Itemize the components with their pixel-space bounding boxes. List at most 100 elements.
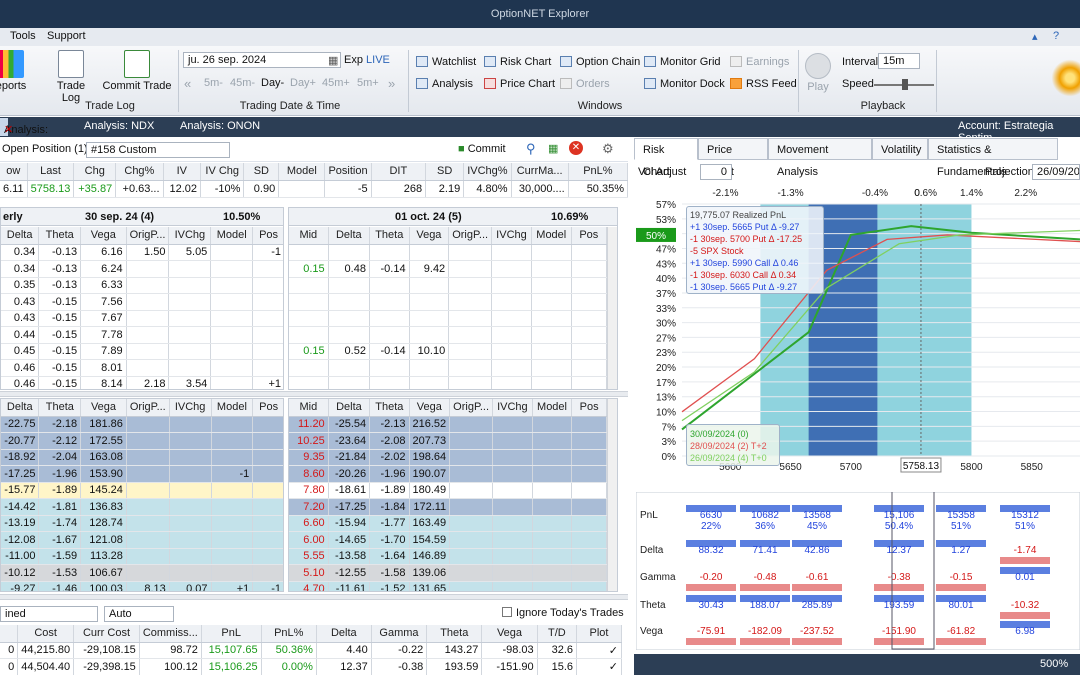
column-header[interactable]: Pos xyxy=(571,227,608,245)
tab-analysis-onon[interactable]: Analysis: ONON xyxy=(180,120,260,132)
table-row[interactable]: 8.60 -20.26 -1.96 190.07 xyxy=(289,465,607,483)
table-row[interactable]: 0.15 0.48 -0.14 9.42 xyxy=(289,260,608,278)
table-row[interactable]: 7.80 -18.61 -1.89 180.49 xyxy=(289,482,607,499)
column-header[interactable]: Model xyxy=(532,399,573,417)
column-header[interactable]: Delta xyxy=(328,399,371,417)
commit-trade-button[interactable]: Commit Trade xyxy=(102,50,172,92)
chart-tab[interactable]: Price Chart xyxy=(698,138,768,178)
column-header[interactable]: OrigP... xyxy=(126,399,170,417)
step-45m-fwd[interactable]: 45m+ xyxy=(322,77,350,89)
column-header[interactable]: IVChg xyxy=(169,399,212,417)
table-row[interactable]: -17.25 -1.96 153.90 -1 xyxy=(1,465,283,483)
table-row[interactable] xyxy=(289,359,608,377)
close-icon[interactable]: ✕ xyxy=(4,121,13,139)
column-header[interactable]: Commiss... xyxy=(139,625,202,643)
column-header[interactable]: Theta xyxy=(369,227,410,245)
column-header[interactable]: Plot xyxy=(576,625,622,643)
table-row[interactable]: 6.60 -15.94 -1.77 163.49 xyxy=(289,515,607,532)
column-header[interactable]: Pos xyxy=(252,227,283,245)
table-row[interactable]: -9.27 -1.46 100.03 8.13 0.07 +1 -1 xyxy=(1,581,283,591)
column-header[interactable]: OrigP... xyxy=(448,227,493,245)
scrollbar[interactable] xyxy=(607,399,617,591)
column-header[interactable]: OrigP... xyxy=(126,227,170,245)
column-header[interactable]: Theta xyxy=(38,399,82,417)
column-header[interactable]: Delta xyxy=(328,227,370,245)
price-chart-button[interactable]: Price Chart xyxy=(484,78,555,90)
table-row[interactable]: 0 44,504.40 -29,398.15 100.12 15,106.25 0.00%… xyxy=(0,658,622,675)
option-chain-button[interactable]: Option Chain xyxy=(560,56,640,68)
table-row[interactable]: 0.45 -0.15 7.89 xyxy=(1,343,283,360)
column-header[interactable]: Vega xyxy=(481,625,538,643)
analysis-button[interactable]: Analysis xyxy=(416,78,473,90)
column-header[interactable]: IVChg xyxy=(492,399,533,417)
column-header[interactable]: Cost xyxy=(17,625,75,643)
step-5m-fwd[interactable]: 5m+ xyxy=(357,77,379,89)
menu-tools[interactable]: Tools xyxy=(10,30,36,42)
column-header[interactable]: Vega xyxy=(80,399,127,417)
column-header[interactable]: Theta xyxy=(426,625,483,643)
monitor-grid-button[interactable]: Monitor Grid xyxy=(644,56,721,68)
column-header[interactable]: Model xyxy=(211,399,254,417)
date-legend-item[interactable]: 30/09/2024 (0) xyxy=(690,428,776,440)
menu-support[interactable]: Support xyxy=(47,30,86,42)
table-row[interactable] xyxy=(289,326,608,344)
calendar-icon[interactable]: ▦ xyxy=(328,54,338,67)
trade-log-button[interactable]: Trade Log xyxy=(48,50,94,104)
date-legend-item[interactable]: 26/09/2024 (4) T+0 xyxy=(690,452,776,464)
column-header[interactable]: Gamma xyxy=(371,625,428,643)
column-header[interactable]: Vega xyxy=(409,227,450,245)
scrollbar[interactable] xyxy=(607,227,617,389)
table-row[interactable]: -10.12 -1.53 106.67 xyxy=(1,564,283,582)
column-header[interactable]: Model xyxy=(531,227,572,245)
table-row[interactable] xyxy=(289,293,608,311)
table-row[interactable] xyxy=(289,310,608,327)
table-row[interactable]: 0 44,215.80 -29,108.15 98.72 15,107.65 50.36%… xyxy=(0,642,622,659)
step-day-fwd[interactable]: Day+ xyxy=(290,77,316,89)
column-header[interactable]: Delta xyxy=(1,227,40,245)
table-row[interactable] xyxy=(289,376,608,389)
column-header[interactable]: Model xyxy=(210,227,254,245)
rss-feed-button[interactable]: RSS Feed xyxy=(730,78,797,90)
vol-adjust-input[interactable]: 0 xyxy=(700,164,732,180)
monitor-dock-button[interactable]: Monitor Dock xyxy=(644,78,725,90)
table-row[interactable]: 10.25 -23.64 -2.08 207.73 xyxy=(289,432,607,450)
chart-tab[interactable]: Risk Chart xyxy=(634,138,698,178)
rewind-icon[interactable]: « xyxy=(184,76,191,91)
table-row[interactable]: 0.46 -0.15 8.01 xyxy=(1,359,283,377)
column-header[interactable]: T/D xyxy=(537,625,578,643)
spreadsheet-icon[interactable]: ▦ xyxy=(548,142,558,155)
play-button[interactable]: Play xyxy=(804,50,832,93)
auto-select[interactable]: Auto xyxy=(104,606,174,622)
risk-chart-button[interactable]: Risk Chart xyxy=(484,56,551,68)
column-header[interactable]: Delta xyxy=(1,399,40,417)
speed-slider-thumb[interactable] xyxy=(902,79,908,90)
chart-tab[interactable]: Volatility xyxy=(872,138,928,160)
table-row[interactable]: 7.20 -17.25 -1.84 172.11 xyxy=(289,498,607,516)
splitter[interactable] xyxy=(0,391,628,397)
gear-icon[interactable]: ⚙ xyxy=(602,141,614,157)
earnings-button[interactable]: Earnings xyxy=(730,56,789,68)
table-row[interactable]: 0.44 -0.15 7.78 xyxy=(1,326,283,344)
orders-button[interactable]: Orders xyxy=(560,78,610,90)
table-row[interactable]: -20.77 -2.12 172.55 xyxy=(1,432,283,450)
table-row[interactable]: -18.92 -2.04 163.08 xyxy=(1,449,283,466)
table-row[interactable]: 11.20 -25.54 -2.13 216.52 xyxy=(289,416,607,433)
table-row[interactable]: 9.35 -21.84 -2.02 198.64 xyxy=(289,449,607,466)
table-row[interactable]: 5.55 -13.58 -1.64 146.89 xyxy=(289,548,607,565)
reports-button[interactable]: eports xyxy=(0,50,30,92)
table-row[interactable]: -12.08 -1.67 121.08 xyxy=(1,531,283,549)
table-row[interactable]: 6.00 -14.65 -1.70 154.59 xyxy=(289,531,607,549)
watchlist-button[interactable]: Watchlist xyxy=(416,56,476,68)
column-header[interactable]: Pos xyxy=(571,399,607,417)
tab-analysis-spx[interactable]: Analysis: SPX ✕ xyxy=(0,118,48,154)
column-header[interactable]: PnL% xyxy=(261,625,317,643)
column-header[interactable]: Theta xyxy=(369,399,410,417)
column-header[interactable]: Vega xyxy=(409,399,451,417)
column-header[interactable]: Vega xyxy=(80,227,127,245)
help-icon[interactable]: ? xyxy=(1053,30,1059,42)
column-header[interactable]: Theta xyxy=(38,227,82,245)
tab-analysis-ndx[interactable]: Analysis: NDX xyxy=(84,120,154,132)
table-row[interactable]: -15.77 -1.89 145.24 xyxy=(1,482,283,499)
interval-select[interactable]: 15m xyxy=(878,53,920,69)
column-header[interactable]: IVChg xyxy=(491,227,532,245)
